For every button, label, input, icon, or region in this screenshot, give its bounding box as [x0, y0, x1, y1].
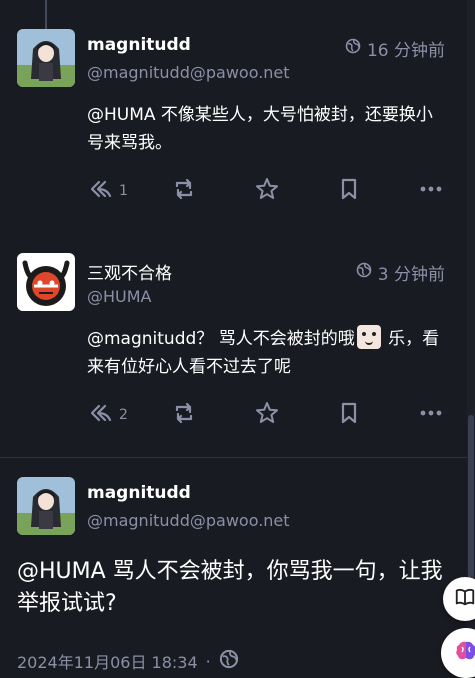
- reply-count: 2: [119, 407, 128, 423]
- reply-button[interactable]: 1: [87, 176, 128, 206]
- status-card[interactable]: magnitudd @magnitudd@pawoo.net 16 分钟前 @H…: [0, 0, 467, 230]
- meta-separator: ·: [205, 651, 211, 671]
- account-handle[interactable]: @magnitudd@pawoo.net: [87, 511, 290, 530]
- star-icon: [254, 400, 280, 430]
- bookmark-icon: [336, 176, 362, 206]
- bookmark-icon: [336, 400, 362, 430]
- brain-icon: [453, 638, 475, 668]
- display-name[interactable]: magnitudd: [87, 483, 191, 503]
- relative-time: 16 分钟前: [366, 41, 445, 61]
- reply-all-icon: [87, 176, 113, 206]
- bookmark-button[interactable]: [336, 400, 362, 430]
- favourite-button[interactable]: [254, 176, 280, 206]
- globe-icon: [345, 38, 361, 59]
- display-name[interactable]: magnitudd: [87, 35, 191, 55]
- display-name[interactable]: 三观不合格: [87, 259, 172, 284]
- book-icon: [454, 586, 475, 612]
- boost-button[interactable]: [171, 176, 197, 206]
- account-handle[interactable]: @HUMA: [87, 287, 152, 306]
- ellipsis-icon: [418, 400, 444, 430]
- account-handle[interactable]: @magnitudd@pawoo.net: [87, 63, 290, 82]
- avatar[interactable]: [17, 253, 75, 311]
- status-content: @HUMA 骂人不会被封，你骂我一句，让我举报试试?: [17, 559, 443, 616]
- retweet-icon: [171, 176, 197, 206]
- retweet-icon: [171, 400, 197, 430]
- favourite-button[interactable]: [254, 400, 280, 430]
- reply-button[interactable]: 2: [87, 400, 128, 430]
- timestamp[interactable]: 16 分钟前: [345, 36, 445, 61]
- timestamp[interactable]: 3 分钟前: [356, 260, 445, 285]
- star-icon: [254, 176, 280, 206]
- relative-time: 3 分钟前: [377, 265, 445, 285]
- status-card[interactable]: 三观不合格 @HUMA 3 分钟前 @magnitudd？ 骂人不会被封的哦 乐…: [0, 230, 467, 456]
- action-bar: 2: [87, 400, 447, 430]
- avatar[interactable]: [17, 477, 75, 535]
- globe-icon: [219, 649, 239, 673]
- ellipsis-icon: [418, 176, 444, 206]
- post-date[interactable]: 2024年11月06日 18:34: [17, 649, 198, 673]
- globe-icon: [356, 262, 372, 283]
- status-content: @magnitudd？ 骂人不会被封的哦 乐，看来有位好心人看不过去了呢: [87, 325, 443, 381]
- reply-count: 1: [119, 183, 128, 199]
- avatar[interactable]: [17, 29, 75, 87]
- status-content: @HUMA 不像某些人，大号怕被封，还要换小号来骂我。: [87, 105, 433, 153]
- more-button[interactable]: [418, 176, 444, 206]
- bookmark-button[interactable]: [336, 176, 362, 206]
- action-bar: 1: [87, 176, 447, 206]
- boost-button[interactable]: [171, 400, 197, 430]
- more-button[interactable]: [418, 400, 444, 430]
- content-text: @magnitudd？ 骂人不会被封的哦: [87, 329, 355, 349]
- reply-all-icon: [87, 400, 113, 430]
- status-meta: 2024年11月06日 18:34 ·: [17, 649, 239, 673]
- custom-emoji-icon: [356, 325, 381, 349]
